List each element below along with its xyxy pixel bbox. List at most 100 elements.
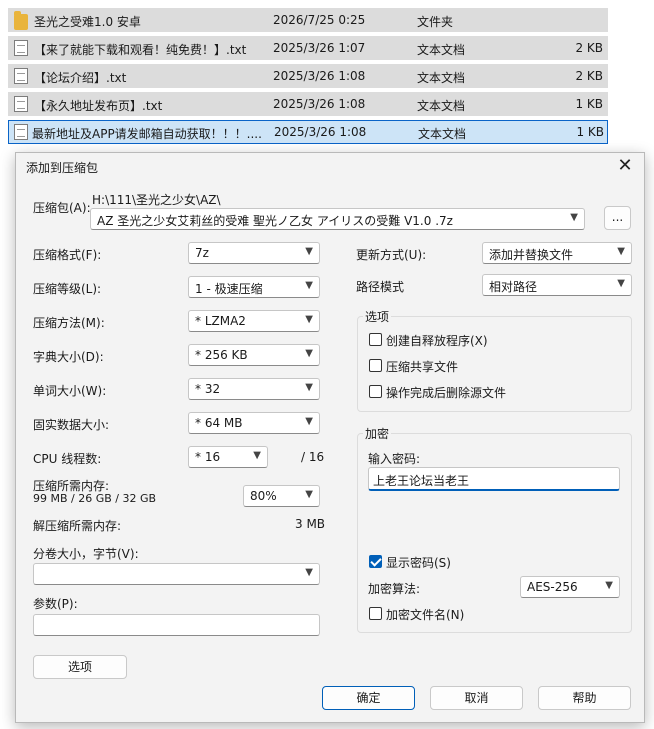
file-type: 文本文档	[417, 71, 466, 85]
ok-button[interactable]: 确定	[322, 686, 415, 710]
file-size: 2 KB	[575, 41, 603, 55]
password-input[interactable]: 上老王论坛当老王	[368, 467, 620, 491]
solid-label: 固实数据大小:	[33, 418, 110, 432]
file-date: 2025/3/26 1:07	[273, 41, 366, 55]
file-type: 文本文档	[418, 127, 467, 141]
delete-source-checkbox[interactable]	[369, 385, 382, 398]
help-button[interactable]: 帮助	[538, 686, 631, 710]
params-input[interactable]	[33, 614, 320, 636]
algo-label: 加密算法:	[368, 582, 421, 596]
archive-name-combo[interactable]: AZ 圣光之少女艾莉丝的受难 聖光ノ乙女 アイリスの受難 V1.0 .7z ▼	[90, 208, 585, 230]
update-mode-select[interactable]: 添加并替换文件 ▼	[482, 242, 632, 264]
chevron-down-icon: ▼	[305, 567, 313, 578]
level-value: 1 - 极速压缩	[195, 282, 263, 296]
browse-button[interactable]: ...	[604, 206, 631, 230]
options-group-title: 选项	[363, 308, 392, 325]
file-size: 1 KB	[576, 125, 604, 139]
level-label: 压缩等级(L):	[33, 282, 102, 296]
chevron-down-icon: ▼	[305, 348, 313, 359]
sfx-checkbox[interactable]	[369, 333, 382, 346]
format-select[interactable]: 7z ▼	[188, 242, 320, 264]
chevron-down-icon: ▼	[570, 212, 578, 223]
file-type: 文件夹	[417, 15, 454, 29]
encryption-method-select[interactable]: AES-256 ▼	[520, 576, 620, 598]
file-row[interactable]: 【永久地址发布页】.txt 2025/3/26 1:08 文本文档 1 KB	[8, 92, 608, 116]
archive-name-value: AZ 圣光之少女艾莉丝的受难 聖光ノ乙女 アイリスの受難 V1.0 .7z	[97, 214, 453, 228]
text-file-icon	[14, 68, 28, 84]
file-date: 2025/3/26 1:08	[273, 97, 366, 111]
word-value: * 32	[195, 382, 221, 396]
file-size: 1 KB	[575, 97, 603, 111]
chevron-down-icon: ▼	[305, 382, 313, 393]
folder-icon	[14, 11, 28, 30]
level-select[interactable]: 1 - 极速压缩 ▼	[188, 276, 320, 298]
chevron-down-icon: ▼	[305, 416, 313, 427]
encryption-group-title: 加密	[363, 425, 392, 442]
file-date: 2026/7/25 0:25	[273, 13, 366, 27]
show-password-label[interactable]: 显示密码(S)	[386, 554, 451, 571]
method-label: 压缩方法(M):	[33, 316, 105, 330]
shared-label[interactable]: 压缩共享文件	[386, 358, 458, 375]
format-value: 7z	[195, 246, 209, 260]
decomp-label: 解压缩所需内存:	[33, 519, 122, 533]
solid-value: * 64 MB	[195, 416, 243, 430]
file-row[interactable]: 圣光之受难1.0 安卓 2026/7/25 0:25 文件夹	[8, 8, 608, 32]
encrypt-names-label[interactable]: 加密文件名(N)	[386, 606, 464, 623]
method-value: * LZMA2	[195, 314, 246, 328]
file-size: 2 KB	[575, 69, 603, 83]
chevron-down-icon: ▼	[305, 280, 313, 291]
cpu-value: * 16	[195, 450, 221, 464]
cpu-label: CPU 线程数:	[33, 452, 102, 466]
format-label: 压缩格式(F):	[33, 248, 102, 262]
sfx-label[interactable]: 创建自释放程序(X)	[386, 332, 488, 349]
file-row[interactable]: 【来了就能下载和观看！纯免费！】.txt 2025/3/26 1:07 文本文档…	[8, 36, 608, 60]
method-select[interactable]: * LZMA2 ▼	[188, 310, 320, 332]
show-password-checkbox[interactable]	[369, 555, 382, 568]
file-name: 【论坛介绍】.txt	[34, 71, 127, 85]
file-name: 最新地址及APP请发邮箱自动获取！！！....	[32, 127, 262, 141]
cpu-select[interactable]: * 16 ▼	[188, 446, 268, 468]
password-label: 输入密码:	[368, 452, 421, 466]
chevron-down-icon: ▼	[617, 246, 625, 257]
dict-select[interactable]: * 256 KB ▼	[188, 344, 320, 366]
file-name: 圣光之受难1.0 安卓	[34, 15, 141, 29]
mem-detail: 99 MB / 26 GB / 32 GB	[33, 492, 157, 505]
encrypt-names-checkbox[interactable]	[369, 607, 382, 620]
word-label: 单词大小(W):	[33, 384, 107, 398]
text-file-icon	[14, 96, 28, 112]
dict-label: 字典大小(D):	[33, 350, 104, 364]
file-name: 【永久地址发布页】.txt	[34, 99, 163, 113]
file-row[interactable]: 【论坛介绍】.txt 2025/3/26 1:08 文本文档 2 KB	[8, 64, 608, 88]
params-label: 参数(P):	[33, 597, 78, 611]
dialog-title: 添加到压缩包	[26, 161, 99, 175]
delete-source-label[interactable]: 操作完成后删除源文件	[386, 384, 506, 401]
solid-select[interactable]: * 64 MB ▼	[188, 412, 320, 434]
word-select[interactable]: * 32 ▼	[188, 378, 320, 400]
path-mode-select[interactable]: 相对路径 ▼	[482, 274, 632, 296]
archive-path: H:\111\圣光之少女\AZ\	[92, 193, 221, 207]
split-size-combo[interactable]: ▼	[33, 563, 320, 585]
mem-percent-select[interactable]: 80% ▼	[243, 485, 320, 507]
update-label: 更新方式(U):	[356, 248, 427, 262]
file-type: 文本文档	[417, 99, 466, 113]
algo-value: AES-256	[527, 580, 578, 594]
file-date: 2025/3/26 1:08	[273, 69, 366, 83]
add-to-archive-dialog: 添加到压缩包 ✕ 压缩包(A): H:\111\圣光之少女\AZ\ AZ 圣光之…	[15, 152, 645, 723]
options-button[interactable]: 选项	[33, 655, 127, 679]
file-name: 【来了就能下载和观看！纯免费！】.txt	[34, 43, 247, 57]
chevron-down-icon: ▼	[305, 314, 313, 325]
file-row-selected[interactable]: 最新地址及APP请发邮箱自动获取！！！.... 2025/3/26 1:08 文…	[8, 120, 608, 144]
archive-label: 压缩包(A):	[33, 201, 91, 215]
close-icon[interactable]: ✕	[614, 156, 636, 178]
shared-checkbox[interactable]	[369, 359, 382, 372]
cancel-button[interactable]: 取消	[430, 686, 523, 710]
update-value: 添加并替换文件	[489, 248, 574, 262]
mem-percent-value: 80%	[250, 489, 277, 503]
split-label: 分卷大小，字节(V):	[33, 547, 139, 561]
chevron-down-icon: ▼	[605, 580, 613, 591]
cpu-total: / 16	[301, 450, 325, 464]
file-date: 2025/3/26 1:08	[274, 125, 367, 139]
text-file-icon	[14, 40, 28, 56]
file-type: 文本文档	[417, 43, 466, 57]
chevron-down-icon: ▼	[617, 278, 625, 289]
